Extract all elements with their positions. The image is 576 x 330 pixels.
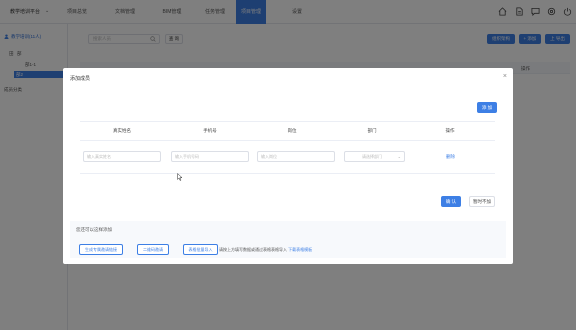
other-methods-title: 您还可以这样添加 — [76, 227, 112, 232]
delete-row-link[interactable]: 删除 — [446, 154, 455, 160]
dept-select[interactable]: 请选择部门 ⌄ — [344, 151, 405, 162]
import-hint-text: 请按上方填写数据或通过表格表格导入 — [219, 247, 287, 252]
table-divider — [80, 173, 495, 174]
column-header-name: 真实姓名 — [113, 128, 131, 133]
phone-field[interactable]: 输入手机号码 — [171, 151, 249, 162]
chevron-down-icon: ⌄ — [397, 154, 401, 159]
qr-invite-button[interactable]: 二维码邀请 — [137, 244, 169, 255]
close-icon[interactable]: × — [503, 73, 507, 80]
download-template-link[interactable]: 下载表格模板 — [288, 247, 312, 252]
column-header-phone: 手机号 — [203, 128, 217, 133]
column-header-ops: 操作 — [445, 128, 455, 133]
invite-link-button[interactable]: 生成专属邀请链接 — [79, 244, 123, 255]
other-methods-panel: 您还可以这样添加 生成专属邀请链接 二维码邀请 表格批量导入 请按上方填写数据或… — [70, 221, 506, 258]
import-hint: 请按上方填写数据或通过表格表格导入 下载表格模板 — [219, 247, 312, 253]
mouse-cursor-icon — [177, 173, 183, 181]
column-header-post: 岗位 — [287, 128, 297, 133]
confirm-button[interactable]: 确 认 — [441, 196, 461, 207]
add-member-dialog: 添加成员 × 添 加 真实姓名 手机号 岗位 部门 操作 输入真实姓名 输入手机… — [63, 68, 513, 264]
member-input-table: 真实姓名 手机号 岗位 部门 操作 输入真实姓名 输入手机号码 输入岗位 请选择… — [80, 121, 495, 174]
column-header-dept: 部门 — [367, 128, 377, 133]
table-divider — [80, 140, 495, 141]
dept-select-placeholder: 请选择部门 — [362, 154, 382, 159]
add-row-button[interactable]: 添 加 — [477, 102, 497, 113]
name-field[interactable]: 输入真实姓名 — [83, 151, 161, 162]
post-field[interactable]: 输入岗位 — [257, 151, 335, 162]
excel-import-button[interactable]: 表格批量导入 — [183, 244, 218, 255]
cancel-button[interactable]: 暂时不加 — [469, 196, 495, 207]
dialog-title: 添加成员 — [70, 76, 91, 82]
